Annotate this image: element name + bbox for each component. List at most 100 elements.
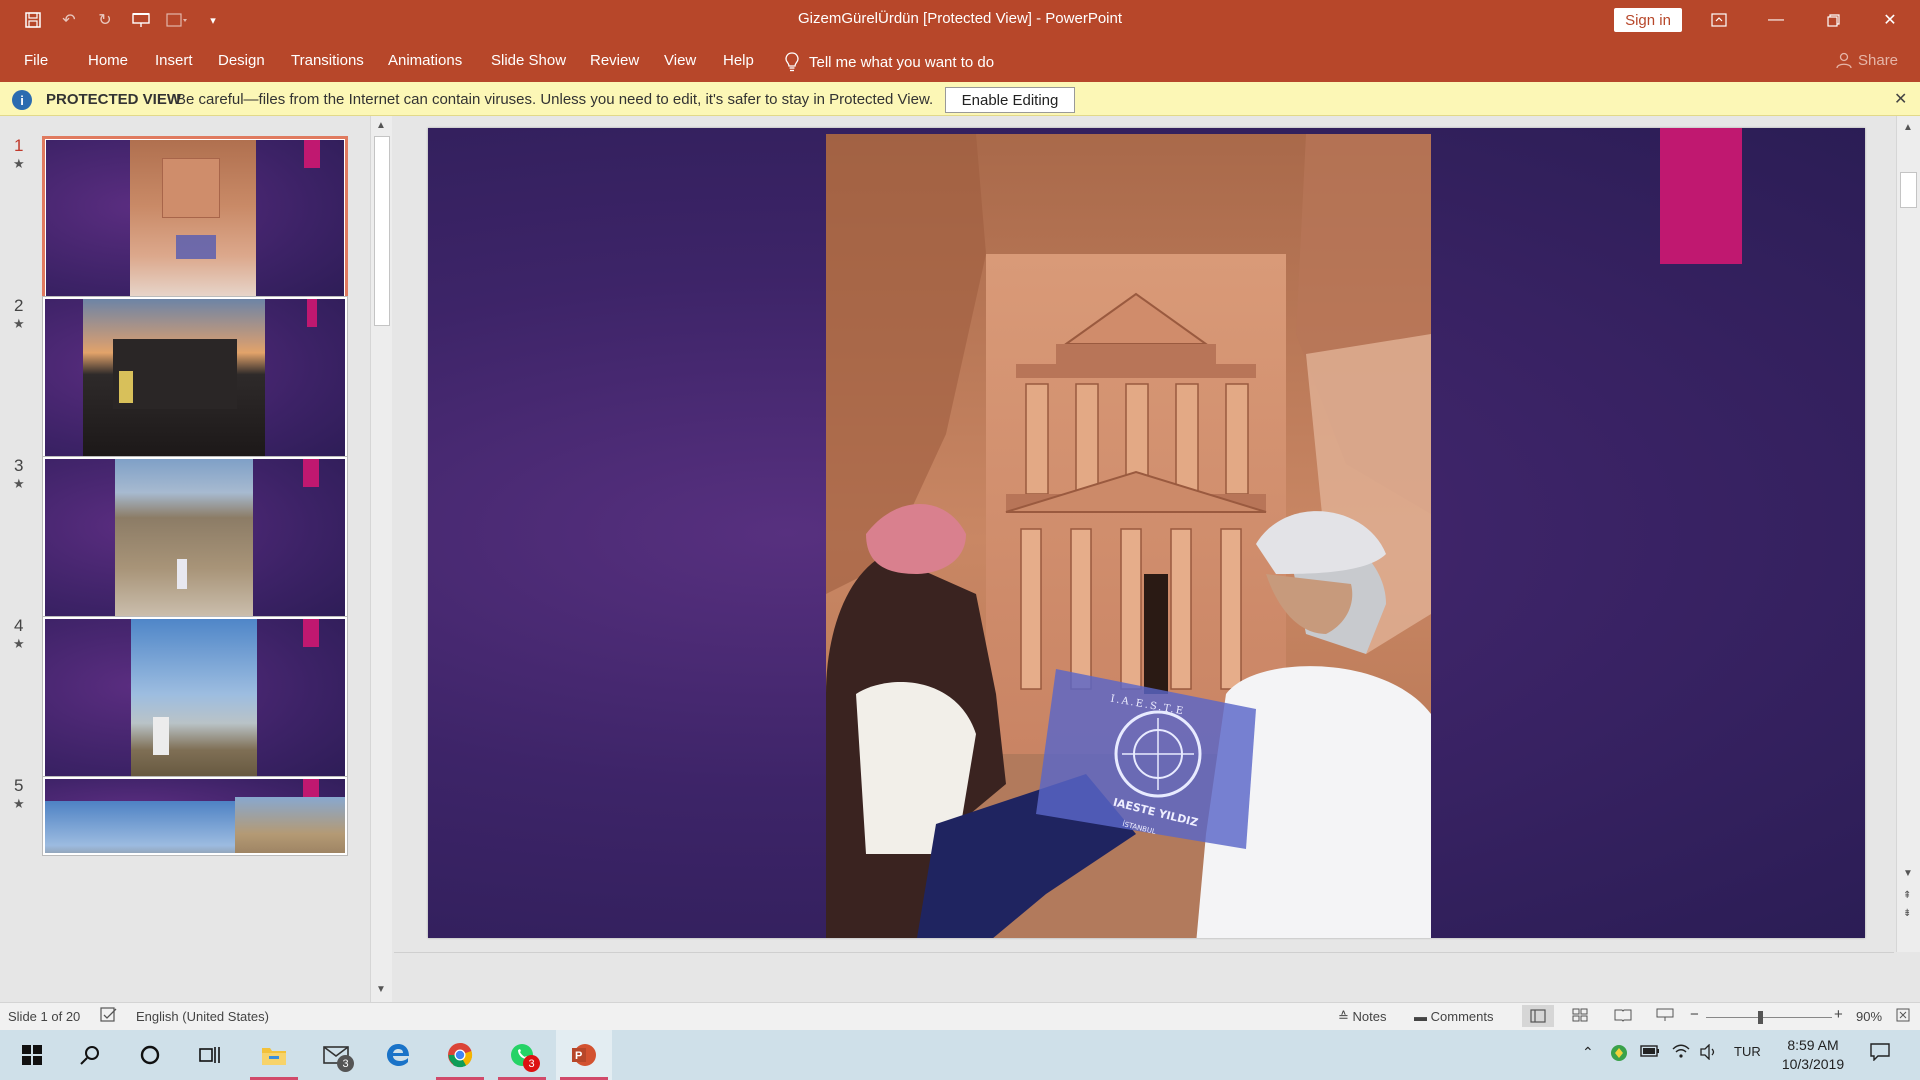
thumbnail-slide-4[interactable]: 4 ★ (0, 596, 360, 790)
ribbon-tabs: File Home Insert Design Transitions Anim… (0, 40, 1920, 82)
tab-review[interactable]: Review (590, 52, 639, 69)
current-slide[interactable]: I.A.E.S.T.E IAESTE YILDIZ İSTANBUL (428, 128, 1865, 938)
tab-home[interactable]: Home (88, 52, 128, 69)
clock-date: 10/3/2019 (1781, 1056, 1845, 1072)
normal-view-icon[interactable] (1522, 1005, 1554, 1027)
language-indicator[interactable]: English (United States) (136, 1009, 269, 1024)
powerpoint-icon[interactable]: P (556, 1030, 612, 1080)
slide-sorter-icon[interactable] (1572, 1008, 1588, 1025)
spelling-icon[interactable] (100, 1007, 118, 1026)
slide-thumbnails-pane: 1 ★ 2 ★ 3 ★ 4 ★ 5 ★ ▲ ▼ (0, 116, 392, 1002)
tell-me-label: Tell me what you want to do (809, 53, 995, 71)
slideshow-view-icon[interactable] (1656, 1008, 1674, 1025)
status-bar: Slide 1 of 20 English (United States) ≙ … (0, 1002, 1920, 1030)
tab-file[interactable]: File (24, 52, 48, 69)
comments-button[interactable]: ▬ Comments (1414, 1009, 1493, 1024)
thumbnail-slide-1[interactable]: 1 ★ (0, 116, 360, 310)
person-icon (1836, 52, 1852, 72)
powerpoint-window: ↶ ↻ ▾ GizemGürelÜrdün [Protected View] -… (0, 0, 1920, 1080)
action-center-icon[interactable] (1870, 1043, 1890, 1064)
tell-me-search[interactable]: Tell me what you want to do (785, 52, 994, 72)
tab-transitions[interactable]: Transitions (291, 52, 364, 69)
protected-view-label: PROTECTED VIEW (46, 91, 182, 108)
banner-close-icon[interactable]: ✕ (1894, 89, 1907, 109)
tab-animations[interactable]: Animations (388, 52, 462, 69)
slide-vertical-scrollbar[interactable]: ▲ ▼ ⇞ ⇟ (1896, 116, 1920, 952)
scroll-down-arrow-icon[interactable]: ▼ (1903, 868, 1913, 879)
zoom-slider-track[interactable] (1706, 1017, 1832, 1018)
thumbnail-number: 3 (14, 456, 24, 475)
task-view-icon[interactable] (182, 1030, 238, 1080)
tab-slide-show[interactable]: Slide Show (491, 52, 566, 69)
thumbnail-frame (42, 776, 348, 856)
sign-in-button[interactable]: Sign in (1614, 8, 1682, 32)
fit-slide-icon[interactable] (1896, 1008, 1910, 1025)
info-icon: i (12, 90, 32, 110)
thumbnails-scrollbar[interactable]: ▲ ▼ (370, 116, 392, 1002)
thumbnail-number: 4 (14, 616, 24, 635)
zoom-out-icon[interactable]: − (1690, 1006, 1699, 1023)
input-language[interactable]: TUR (1734, 1044, 1761, 1059)
slide-photo-petra[interactable]: I.A.E.S.T.E IAESTE YILDIZ İSTANBUL (826, 134, 1431, 938)
mail-badge: 3 (337, 1055, 354, 1072)
thumbnail-slide-3[interactable]: 3 ★ (0, 436, 360, 630)
zoom-slider-thumb[interactable] (1758, 1011, 1763, 1024)
mail-icon[interactable]: 3 (308, 1030, 364, 1080)
windows-start-icon[interactable] (4, 1030, 60, 1080)
thumbnail-number: 5 (14, 776, 24, 795)
edge-browser-icon[interactable] (370, 1030, 426, 1080)
system-clock[interactable]: 8:59 AM 10/3/2019 (1758, 1036, 1868, 1074)
scroll-up-arrow-icon[interactable]: ▲ (1903, 122, 1913, 133)
animation-star-icon: ★ (13, 636, 25, 651)
notes-button[interactable]: ≙ Notes (1338, 1009, 1386, 1025)
enable-editing-button[interactable]: Enable Editing (945, 87, 1075, 113)
clock-time: 8:59 AM (1787, 1037, 1839, 1053)
close-icon[interactable]: ✕ (1862, 0, 1918, 40)
animation-star-icon: ★ (13, 796, 25, 811)
thumbnail-accent-tag (303, 779, 319, 797)
app-tray-icon[interactable] (1610, 1044, 1628, 1065)
thumbnail-accent-tag (304, 140, 320, 168)
share-button[interactable]: Share (1836, 52, 1898, 72)
notes-area[interactable] (394, 952, 1894, 1002)
minimize-icon[interactable]: — (1748, 0, 1804, 40)
scroll-up-arrow-icon[interactable]: ▲ (376, 120, 386, 131)
next-slide-icon[interactable]: ⇟ (1903, 908, 1911, 919)
tab-insert[interactable]: Insert (155, 52, 193, 69)
restore-icon[interactable] (1805, 0, 1861, 40)
tab-help[interactable]: Help (723, 52, 754, 69)
scrollbar-thumb[interactable] (1900, 172, 1917, 208)
animation-star-icon: ★ (13, 316, 25, 331)
slide-counter: Slide 1 of 20 (8, 1009, 81, 1024)
reading-view-icon[interactable] (1614, 1008, 1632, 1025)
whatsapp-badge: 3 (523, 1055, 540, 1072)
whatsapp-icon[interactable]: 3 (494, 1030, 550, 1080)
thumbnail-slide-preview (45, 779, 345, 853)
thumbnail-number: 1 (14, 136, 24, 155)
file-explorer-icon[interactable] (246, 1030, 302, 1080)
protected-view-banner: i PROTECTED VIEW Be careful—files from t… (0, 82, 1920, 116)
zoom-level[interactable]: 90% (1856, 1009, 1882, 1024)
thumbnail-accent-tag (303, 459, 319, 487)
zoom-in-icon[interactable]: + (1834, 1006, 1843, 1023)
cortana-icon[interactable] (122, 1030, 178, 1080)
scroll-down-arrow-icon[interactable]: ▼ (376, 984, 386, 995)
thumbnail-slide-2[interactable]: 2 ★ (0, 276, 360, 470)
battery-icon[interactable] (1640, 1044, 1660, 1061)
chrome-icon[interactable] (432, 1030, 488, 1080)
volume-icon[interactable] (1700, 1043, 1718, 1063)
animation-star-icon: ★ (13, 476, 25, 491)
previous-slide-icon[interactable]: ⇞ (1903, 890, 1911, 901)
svg-text:P: P (575, 1050, 582, 1062)
ribbon-display-options-icon[interactable] (1691, 0, 1747, 40)
wifi-icon[interactable] (1672, 1044, 1690, 1063)
animation-star-icon: ★ (13, 156, 25, 171)
scrollbar-thumb[interactable] (374, 136, 390, 326)
tab-design[interactable]: Design (218, 52, 265, 69)
thumbnail-accent-tag (303, 619, 319, 647)
show-hidden-icons-icon[interactable]: ⌃ (1582, 1044, 1594, 1061)
search-icon[interactable] (62, 1030, 118, 1080)
tab-view[interactable]: View (664, 52, 696, 69)
thumbnail-slide-5[interactable]: 5 ★ (0, 756, 360, 936)
slide-accent-tag (1660, 128, 1742, 264)
